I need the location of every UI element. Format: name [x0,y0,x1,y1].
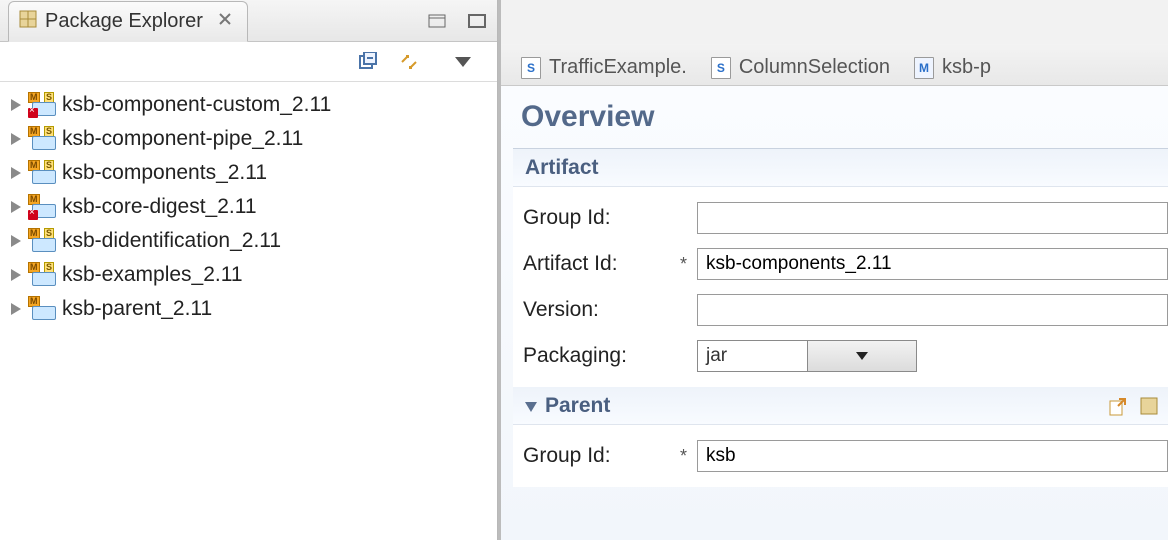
editor-tab-label: ksb-p [942,56,991,79]
view-tabbar: Package Explorer [0,0,497,42]
expand-icon[interactable] [8,233,24,249]
project-label: ksb-component-pipe_2.11 [62,127,303,151]
parent-section-actions [1106,395,1160,417]
package-explorer-tab[interactable]: Package Explorer [8,1,248,42]
parent-section-heading[interactable]: Parent [513,387,1168,425]
expand-icon[interactable] [8,267,24,283]
maven-file-icon: M [914,57,934,79]
editor-area: S TrafficExample. S ColumnSelection M ks… [498,0,1168,540]
overview-heading: Overview [501,86,1168,148]
packaging-label: Packaging: [523,344,663,368]
group-id-input[interactable] [697,202,1168,234]
editor-tab[interactable]: S ColumnSelection [711,56,890,85]
editor-tab[interactable]: M ksb-p [914,56,991,85]
artifact-id-input[interactable] [697,248,1168,280]
project-label: ksb-core-digest_2.11 [62,195,257,219]
project-label: ksb-didentification_2.11 [62,229,281,253]
close-view-icon[interactable] [217,11,233,32]
view-menu-button[interactable] [449,48,477,76]
project-icon: M [28,196,58,218]
project-item[interactable]: MS ksb-components_2.11 [8,156,489,190]
artifact-id-label: Artifact Id: [523,252,663,276]
parent-heading-text: Parent [545,394,610,418]
project-item[interactable]: MS ksb-component-pipe_2.11 [8,122,489,156]
project-icon: MS [28,264,58,286]
maximize-view-button[interactable] [463,7,491,35]
version-input[interactable] [697,294,1168,326]
group-id-row: Group Id: [523,195,1168,241]
version-label: Version: [523,298,663,322]
pom-editor-overview: Overview Artifact Group Id: Artifact Id:… [501,86,1168,540]
collapse-icon [525,394,537,418]
artifact-section: Artifact Group Id: Artifact Id: * Versio… [513,148,1168,487]
project-item[interactable]: MS ksb-examples_2.11 [8,258,489,292]
scala-file-icon: S [711,57,731,79]
package-explorer-toolbar [0,42,497,82]
view-tab-title: Package Explorer [45,10,203,33]
project-icon: MS [28,162,58,184]
project-icon: MS [28,128,58,150]
project-label: ksb-examples_2.11 [62,263,243,287]
project-icon: MS [28,230,58,252]
scala-file-icon: S [521,57,541,79]
project-item[interactable]: MS ksb-component-custom_2.11 [8,88,489,122]
packaging-combo[interactable]: jar [697,340,917,372]
project-item[interactable]: M ksb-core-digest_2.11 [8,190,489,224]
parent-group-id-row: Group Id: * [523,433,1168,479]
link-with-editor-button[interactable] [395,48,423,76]
artifact-section-heading: Artifact [513,149,1168,187]
parent-group-id-input[interactable] [697,440,1168,472]
minimize-view-button[interactable] [423,7,451,35]
expand-icon[interactable] [8,165,24,181]
collapse-all-button[interactable] [355,48,383,76]
project-label: ksb-components_2.11 [62,161,267,185]
group-id-label: Group Id: [523,206,663,230]
select-parent-icon[interactable] [1138,395,1160,417]
version-row: Version: [523,287,1168,333]
project-icon: MS [28,94,58,116]
project-label: ksb-component-custom_2.11 [62,93,331,117]
packaging-value: jar [698,345,807,367]
chevron-down-icon [807,341,917,371]
packaging-row: Packaging: jar [523,333,1168,379]
package-explorer-icon [19,10,37,33]
open-parent-pom-icon[interactable] [1106,395,1128,417]
parent-group-id-label: Group Id: [523,444,663,468]
package-explorer-view: Package Explorer MS ksb-component-custom… [0,0,498,540]
project-tree[interactable]: MS ksb-component-custom_2.11 MS ksb-comp… [0,82,497,540]
editor-tab-label: TrafficExample. [549,56,687,79]
required-marker: * [673,446,687,467]
project-icon: M [28,298,58,320]
editor-tab[interactable]: S TrafficExample. [521,56,687,85]
required-marker: * [673,254,687,275]
expand-icon[interactable] [8,131,24,147]
project-item[interactable]: M ksb-parent_2.11 [8,292,489,326]
expand-icon[interactable] [8,301,24,317]
artifact-id-row: Artifact Id: * [523,241,1168,287]
editor-tabbar: S TrafficExample. S ColumnSelection M ks… [501,44,1168,86]
project-item[interactable]: MS ksb-didentification_2.11 [8,224,489,258]
expand-icon[interactable] [8,97,24,113]
editor-tab-label: ColumnSelection [739,56,890,79]
project-label: ksb-parent_2.11 [62,297,212,321]
expand-icon[interactable] [8,199,24,215]
